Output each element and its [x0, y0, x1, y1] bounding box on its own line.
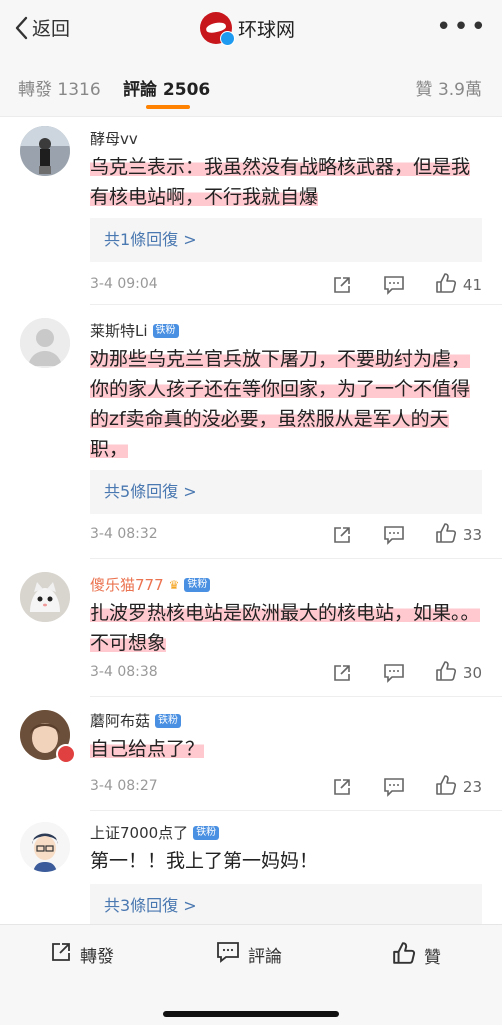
comment-text: 自己给点了？ [90, 738, 205, 760]
like-button[interactable]: 30 [435, 660, 482, 686]
verified-icon [220, 31, 235, 46]
replies-link[interactable]: 共5條回復 > [90, 470, 482, 514]
divider [90, 696, 502, 697]
username[interactable]: 莱斯特Li 铁粉 [90, 320, 179, 341]
fan-badge: 铁粉 [155, 713, 182, 728]
comment-text: 扎波罗热核电站是欧洲最大的核电站，如果。。不可想象 [90, 602, 480, 654]
share-icon[interactable] [331, 662, 353, 684]
thumbs-up-icon [392, 941, 416, 970]
like-count: 41 [462, 276, 482, 294]
avatar[interactable] [20, 822, 70, 872]
thumbs-up-icon [435, 272, 457, 298]
chevron-left-icon [14, 16, 28, 40]
thumbs-up-icon [435, 522, 457, 548]
timestamp: 3-4 08:38 [90, 664, 158, 680]
fan-badge: 铁粉 [193, 825, 220, 840]
timestamp: 3-4 09:04 [90, 276, 158, 292]
crown-icon: ♛ [168, 577, 180, 592]
like-count: 23 [462, 778, 482, 796]
comment-icon [216, 941, 240, 968]
tab-comments[interactable]: 評論 2506 [123, 75, 210, 100]
like-count: 33 [462, 526, 482, 544]
comment-text: 劝那些乌克兰官兵放下屠刀，不要助纣为虐，你的家人孩子还在等你回家，为了一个不值得… [90, 348, 471, 460]
username[interactable]: 酵母vv [90, 128, 138, 149]
like-button[interactable]: 23 [435, 774, 482, 800]
divider [90, 810, 502, 811]
top-bar: 返回 环球网 ••• [0, 0, 502, 58]
like-button[interactable]: 41 [435, 272, 482, 298]
comment-icon[interactable] [383, 776, 405, 798]
like-count: 30 [462, 664, 482, 682]
fan-badge: 铁粉 [152, 323, 179, 338]
tab-repost[interactable]: 轉發 1316 [18, 75, 101, 100]
replies-link[interactable]: 共1條回復 > [90, 218, 482, 262]
avatar[interactable] [20, 572, 70, 622]
divider [90, 558, 502, 559]
timestamp: 3-4 08:32 [90, 526, 158, 542]
account-name: 环球网 [238, 18, 296, 41]
avatar[interactable] [20, 318, 70, 368]
more-options-icon[interactable]: ••• [436, 14, 488, 40]
comment-meta: 3-4 08:27 23 [90, 774, 482, 800]
thumbs-up-icon [435, 660, 457, 686]
fan-badge: 铁粉 [184, 577, 211, 592]
comment-button[interactable]: 評論 [216, 941, 282, 968]
brand-logo [200, 12, 235, 46]
tab-likes[interactable]: 贊 3.9萬 [416, 75, 482, 100]
avatar[interactable] [20, 126, 70, 176]
account-header[interactable]: 环球网 [200, 12, 296, 46]
share-icon[interactable] [331, 776, 353, 798]
back-button[interactable]: 返回 [14, 14, 70, 41]
bottom-action-bar: 轉發 評論 贊 [0, 924, 502, 1025]
comment-meta: 3-4 08:38 30 [90, 660, 482, 686]
username[interactable]: 蘑阿布菇 铁粉 [90, 710, 182, 731]
comment-meta: 3-4 08:32 33 [90, 522, 482, 548]
share-icon[interactable] [331, 274, 353, 296]
tab-bar: 轉發 1316 評論 2506 贊 3.9萬 [0, 58, 502, 117]
thumbs-up-icon [435, 774, 457, 800]
comment-meta: 3-4 09:04 41 [90, 272, 482, 298]
like-button[interactable]: 贊 [392, 941, 441, 970]
share-icon [50, 941, 72, 968]
active-tab-indicator [146, 105, 190, 109]
comment-icon[interactable] [383, 274, 405, 296]
comment-text: 第一！！我上了第一妈妈！ [90, 850, 319, 872]
username[interactable]: 上证7000点了 铁粉 [90, 822, 220, 843]
replies-link[interactable]: 共3條回復 > [90, 884, 482, 928]
timestamp: 3-4 08:27 [90, 778, 158, 794]
comment-icon[interactable] [383, 524, 405, 546]
repost-button[interactable]: 轉發 [50, 941, 114, 968]
comment-text: 乌克兰表示：我虽然没有战略核武器，但是我有核电站啊，不行我就自爆 [90, 156, 471, 208]
username[interactable]: 傻乐猫777 ♛ 铁粉 [90, 574, 211, 595]
comment-icon[interactable] [383, 662, 405, 684]
like-button[interactable]: 33 [435, 522, 482, 548]
status-badge [56, 744, 76, 764]
back-label: 返回 [32, 18, 71, 40]
divider [90, 304, 502, 305]
home-indicator [163, 1011, 339, 1017]
share-icon[interactable] [331, 524, 353, 546]
